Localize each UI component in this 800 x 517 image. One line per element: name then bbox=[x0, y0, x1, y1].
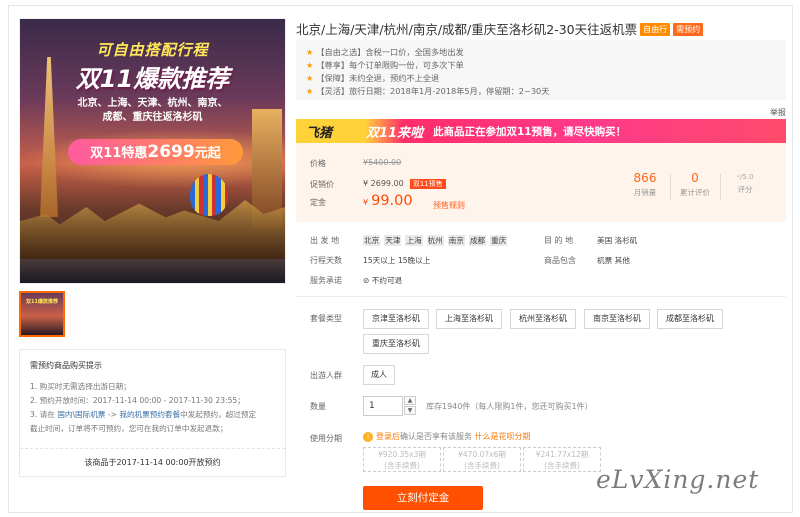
report-link[interactable]: 举报 bbox=[770, 107, 786, 118]
feature-item: ★ 【保障】未约全退，预约不上全退 bbox=[306, 73, 440, 83]
pay-deposit-button[interactable]: 立刻付定金 bbox=[363, 486, 483, 510]
notice-list: 1. 购买时无需选择出游日期； 2. 预约开放时间：2017-11-14 00:… bbox=[30, 380, 278, 436]
installment-note: ! 登录后确认是否享有该服务 什么是花呗分期 bbox=[363, 431, 531, 442]
presale-rules-link[interactable]: 预售规则 bbox=[433, 200, 465, 211]
destination-value: 美国 洛杉矶 bbox=[597, 236, 638, 245]
days-value: 15天以上 15晚以上 bbox=[363, 256, 431, 265]
package-option[interactable]: 南京至洛杉矶 bbox=[584, 309, 650, 329]
installment-option[interactable]: ¥920.35x3期 (含手续费) bbox=[363, 447, 441, 472]
notice-heading: 需预约商品购买提示 bbox=[30, 361, 102, 370]
my-flight-packages-link[interactable]: 我的机票预约套餐 bbox=[119, 410, 180, 419]
notice-item: 1. 购买时无需选择出游日期； bbox=[30, 382, 131, 391]
rating-stat: -/5.0 评分 bbox=[736, 171, 754, 194]
hero-cities: 北京、上海、天津、杭州、南京、 成都、重庆往返洛杉矶 bbox=[77, 98, 228, 123]
banner-text: 此商品正在参加双11预售，请尽快购买！ bbox=[433, 126, 627, 138]
quantity-up-button[interactable]: ▲ bbox=[404, 396, 416, 405]
origin-label: 出 发 地 bbox=[310, 236, 340, 245]
section-divider bbox=[296, 296, 786, 297]
deposit-price: ¥99.00 bbox=[363, 193, 413, 209]
double11-banner[interactable]: 飞猪 双11来啦 此商品正在参加双11预售，请尽快购买！ bbox=[296, 119, 786, 143]
feature-list: ★ 【自由之选】含税一口价，全国多地出发 ★ 【尊享】每个订单限购一份，可多次下单 … bbox=[296, 40, 786, 100]
feature-item: ★ 【灵活】旅行日期：2018年1月-2018年5月，停留期：2~30天 bbox=[306, 86, 550, 96]
hero-line1: 可自由搭配行程 bbox=[96, 41, 209, 59]
days-label: 行程天数 bbox=[310, 256, 342, 265]
reviews-stat[interactable]: 0 累计评价 bbox=[670, 171, 721, 200]
includes-label: 商品包含 bbox=[544, 256, 576, 265]
quantity-input[interactable]: 1 bbox=[363, 396, 403, 416]
notice-item: 2. 预约开放时间：2017-11-14 00:00 - 2017-11-30 … bbox=[30, 396, 245, 405]
feature-item: ★ 【尊享】每个订单限购一份，可多次下单 bbox=[306, 60, 464, 70]
traveler-option-adult[interactable]: 成人 bbox=[363, 365, 395, 385]
stock-info: 库存1940件（每人限购1件，您还可购买1件） bbox=[426, 402, 593, 411]
traveler-label: 出游人群 bbox=[310, 371, 342, 380]
city-skyline-graphic bbox=[20, 200, 285, 263]
deposit-label: 定金 bbox=[310, 198, 326, 207]
fliggy-logo: 飞猪 bbox=[306, 126, 333, 141]
reservation-tag: 需预约 bbox=[673, 23, 704, 36]
double11-logo: 双11来啦 bbox=[366, 126, 424, 141]
quantity-label: 数量 bbox=[310, 402, 326, 411]
original-price: ¥5400.00 bbox=[363, 158, 402, 167]
huabei-help-link[interactable]: 什么是花呗分期 bbox=[475, 432, 531, 441]
includes-value: 机票 其他 bbox=[597, 256, 630, 265]
free-travel-tag: 自由行 bbox=[640, 23, 671, 36]
promo-price-label: 促销价 bbox=[310, 180, 334, 189]
package-option[interactable]: 杭州至洛杉矶 bbox=[510, 309, 576, 329]
origin-cities: 北京 天津 上海 杭州 南京 成都 重庆 bbox=[363, 235, 508, 246]
hero-line2: 双11爆款推荐 bbox=[75, 65, 230, 93]
service-label: 服务承诺 bbox=[310, 276, 342, 285]
booking-notice-box: 需预约商品购买提示 1. 购买时无需选择出游日期； 2. 预约开放时间：2017… bbox=[19, 349, 286, 477]
price-label: 价格 bbox=[310, 159, 326, 168]
installment-label: 使用分期 bbox=[310, 434, 342, 443]
image-thumbnail[interactable]: 双11爆款推荐 bbox=[19, 291, 65, 337]
hot-air-balloon-graphic bbox=[190, 174, 228, 216]
price-box: 价格 ¥5400.00 促销价 ¥ 2699.00 双11预售 定金 ¥99.00… bbox=[296, 143, 786, 222]
package-option[interactable]: 京津至洛杉矶 bbox=[363, 309, 429, 329]
feature-item: ★ 【自由之选】含税一口价，全国多地出发 bbox=[306, 47, 464, 57]
star-icon: ★ bbox=[306, 86, 314, 96]
quantity-down-button[interactable]: ▼ bbox=[404, 406, 416, 415]
check-circle-icon: ⊘ bbox=[363, 276, 372, 285]
package-label: 套餐类型 bbox=[310, 314, 342, 323]
installment-option[interactable]: ¥470.07x6期 (含手续费) bbox=[443, 447, 521, 472]
star-icon: ★ bbox=[306, 73, 314, 83]
service-value: ⊘ 不约可退 bbox=[363, 276, 403, 285]
product-title: 北京/上海/天津/杭州/南京/成都/重庆至洛杉矶2-30天往返机票 自由行 需预约 bbox=[296, 19, 704, 38]
presale-badge: 双11预售 bbox=[409, 179, 446, 189]
package-option[interactable]: 重庆至洛杉矶 bbox=[363, 334, 429, 354]
product-main-image: 可自由搭配行程 双11爆款推荐 北京、上海、天津、杭州、南京、 成都、重庆往返洛… bbox=[19, 18, 286, 284]
installment-option[interactable]: ¥241.77x12期 (含手续费) bbox=[523, 447, 601, 472]
hero-promo-pill: 双11特惠2699元起 bbox=[68, 139, 243, 165]
site-watermark: eLvXing.net bbox=[596, 465, 760, 494]
package-option[interactable]: 上海至洛杉矶 bbox=[436, 309, 502, 329]
login-link[interactable]: 登录后 bbox=[376, 432, 400, 441]
product-info: 出 发 地 北京 天津 上海 杭州 南京 成都 重庆 目 的 地 美国 洛杉矶 行程天数 1… bbox=[296, 232, 786, 292]
domestic-intl-flights-link[interactable]: 国内\国际机票 bbox=[57, 410, 105, 419]
notice-item: 截止时间，订单将不可预约，您可在我的订单中发起退款； bbox=[30, 424, 228, 433]
promo-price: ¥ 2699.00 双11预售 bbox=[363, 179, 446, 189]
destination-label: 目 的 地 bbox=[544, 236, 574, 245]
notice-open-time: 该商品于2017-11-14 00:00开放预约 bbox=[20, 448, 285, 476]
star-icon: ★ bbox=[306, 60, 314, 70]
notice-item: 3. 请在 国内\国际机票 -> 我的机票预约套餐中发起预约，超过预定 bbox=[30, 410, 257, 419]
monthly-sales-stat: 866 月销量 bbox=[620, 171, 671, 200]
star-icon: ★ bbox=[306, 47, 314, 57]
info-icon: ! bbox=[363, 432, 373, 442]
package-option[interactable]: 成都至洛杉矶 bbox=[657, 309, 723, 329]
